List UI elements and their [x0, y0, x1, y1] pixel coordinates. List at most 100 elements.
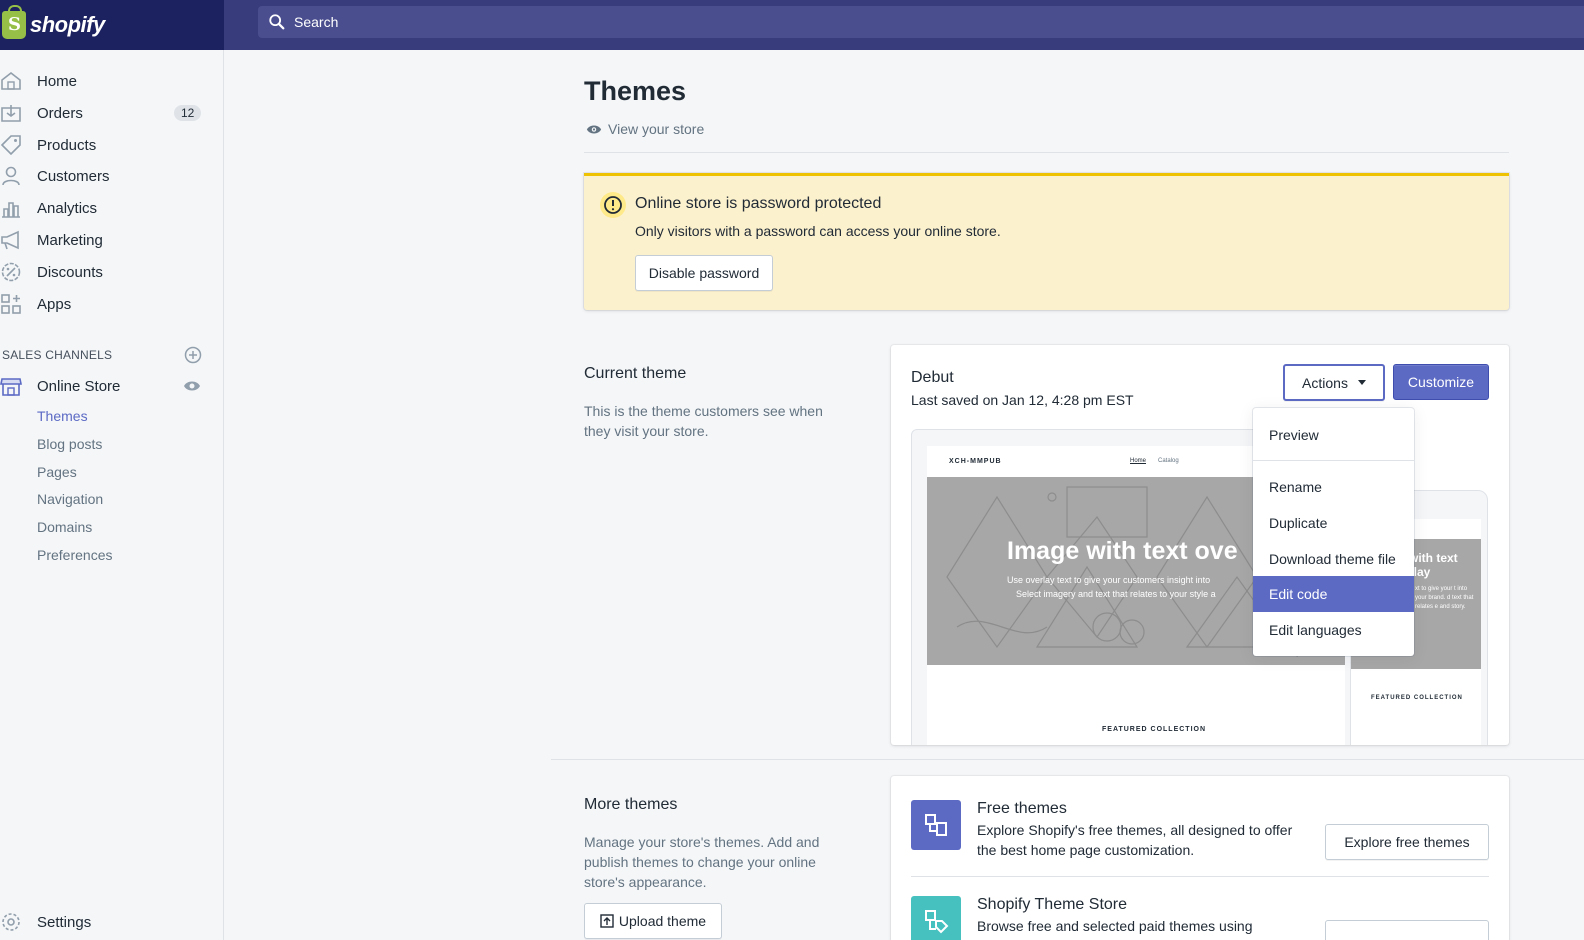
sidebar-item-discounts[interactable]: Discounts [0, 257, 224, 287]
divider [551, 759, 1584, 760]
sidebar-item-apps[interactable]: Apps [0, 289, 224, 319]
bar-chart-icon [2, 202, 20, 218]
preview-hero-subtitle-1: Use overlay text to give your customers … [1007, 575, 1211, 585]
sidebar-sub-domains[interactable]: Domains [37, 519, 92, 535]
shopify-logo[interactable]: S shopify [0, 0, 224, 50]
banner-text: Only visitors with a password can access… [635, 223, 1001, 239]
divider [911, 876, 1489, 877]
sidebar-item-label: Products [37, 136, 97, 154]
preview-hero-title: Image with text ove [1007, 537, 1238, 565]
theme-name: Debut [911, 369, 954, 386]
sidebar-item-label: Analytics [37, 199, 98, 217]
discount-icon [1, 262, 21, 282]
sidebar-item-label: Apps [37, 295, 72, 313]
page-title: Themes [584, 76, 687, 106]
more-themes-card: Free themes Explore Shopify's free theme… [891, 776, 1509, 940]
person-icon [2, 166, 20, 186]
theme-last-saved: Last saved on Jan 12, 4:28 pm EST [911, 392, 1134, 408]
divider [584, 152, 1509, 153]
explore-free-themes-button[interactable]: Explore free themes [1325, 824, 1489, 860]
search-icon [269, 14, 285, 30]
mobile-hero-subtitle: xt to give your t into your brand. d tex… [1415, 586, 1474, 610]
view-store-link[interactable]: View your store [586, 121, 704, 137]
shopify-bag-icon: S [2, 5, 26, 39]
preview-featured-collection: FEATURED COLLECTION [1102, 726, 1207, 733]
preview-shop-name: XCH-MMPUB [949, 458, 1002, 465]
menu-item-edit-languages[interactable]: Edit languages [1253, 612, 1414, 648]
current-theme-card: Debut Last saved on Jan 12, 4:28 pm EST … [891, 345, 1509, 745]
theme-store-title: Shopify Theme Store [977, 896, 1128, 913]
menu-item-edit-code[interactable]: Edit code [1253, 576, 1414, 612]
sidebar-item-label: Customers [37, 167, 110, 185]
sidebar-sub-pages[interactable]: Pages [37, 464, 77, 480]
sidebar-item-home[interactable]: Home [0, 66, 224, 96]
sidebar-sub-blog-posts[interactable]: Blog posts [37, 436, 102, 452]
add-channel-icon[interactable] [184, 346, 202, 364]
customize-button[interactable]: Customize [1393, 364, 1489, 400]
free-themes-description: Explore Shopify's free themes, all desig… [977, 822, 1293, 858]
sidebar: Home Orders 12 Products Customers Analyt… [0, 50, 224, 940]
sidebar-item-customers[interactable]: Customers [0, 161, 224, 191]
theme-store-icon [911, 896, 961, 940]
visit-theme-store-button[interactable] [1325, 920, 1489, 940]
store-icon [0, 378, 22, 396]
more-themes-description: Manage your store's themes. Add and publ… [584, 834, 820, 890]
sales-channels-title: SALES CHANNELS [2, 348, 113, 362]
divider [1253, 460, 1414, 461]
more-themes-heading: More themes [584, 796, 678, 813]
actions-button[interactable]: Actions [1283, 364, 1385, 401]
mobile-hero-title: with text rlay [1409, 551, 1458, 579]
orders-count-badge: 12 [174, 105, 202, 121]
current-theme-description: This is the theme customers see when the… [584, 403, 823, 439]
sidebar-item-marketing[interactable]: Marketing [0, 225, 224, 255]
tag-icon [0, 135, 21, 156]
actions-dropdown: Preview Rename Duplicate Download theme … [1253, 408, 1414, 656]
logo-text: shopify [30, 12, 105, 37]
menu-item-rename[interactable]: Rename [1253, 469, 1414, 505]
view-store-label: View your store [608, 121, 705, 137]
menu-item-preview[interactable]: Preview [1253, 417, 1414, 453]
preview-nav-home: Home [1130, 458, 1147, 464]
disable-password-button[interactable]: Disable password [635, 255, 773, 291]
sidebar-item-label: Home [37, 72, 78, 90]
sidebar-sub-preferences[interactable]: Preferences [37, 547, 112, 563]
sidebar-item-label: Settings [37, 913, 92, 931]
sidebar-item-label: Marketing [37, 231, 103, 249]
view-store-eye-icon[interactable] [183, 380, 201, 392]
banner-title: Online store is password protected [635, 195, 882, 212]
upload-icon [600, 914, 614, 928]
eye-icon [586, 125, 602, 133]
sidebar-item-label: Orders [37, 104, 83, 122]
megaphone-icon [1, 230, 19, 250]
sidebar-item-orders[interactable]: Orders 12 [0, 98, 224, 128]
upload-theme-label: Upload theme [618, 913, 707, 929]
free-themes-icon [911, 800, 961, 850]
menu-item-download-theme-file[interactable]: Download theme file [1253, 541, 1414, 577]
password-banner: Online store is password protected Only … [584, 173, 1509, 310]
apps-icon [1, 294, 21, 314]
sidebar-item-settings[interactable]: Settings [0, 907, 224, 937]
theme-store-description: Browse free and selected paid themes usi… [977, 918, 1253, 940]
mobile-featured-collection: FEATURED COLLECTION [1371, 695, 1463, 701]
sidebar-item-products[interactable]: Products [0, 130, 224, 160]
sidebar-sub-themes[interactable]: Themes [37, 408, 88, 424]
sidebar-item-label: Discounts [37, 263, 103, 281]
free-themes-title: Free themes [977, 800, 1067, 817]
preview-nav-catalog: Catalog [1158, 458, 1179, 464]
sidebar-item-analytics[interactable]: Analytics [0, 193, 224, 223]
gear-icon [2, 913, 20, 931]
preview-hero-subtitle-2: Select imagery and text that relates to … [1016, 589, 1216, 599]
upload-theme-button[interactable]: Upload theme [584, 903, 722, 939]
top-bar: S shopify Search [0, 0, 1584, 50]
caret-down-icon [1357, 380, 1366, 385]
orders-icon [1, 105, 21, 122]
menu-item-duplicate[interactable]: Duplicate [1253, 505, 1414, 541]
warning-icon [600, 192, 626, 218]
current-theme-heading: Current theme [584, 365, 687, 382]
search-placeholder: Search [294, 14, 339, 30]
sidebar-item-label: Online Store [37, 377, 121, 395]
actions-label: Actions [1302, 374, 1348, 391]
search-input[interactable]: Search [258, 6, 1584, 38]
home-icon [1, 71, 21, 90]
sidebar-sub-navigation[interactable]: Navigation [37, 491, 103, 507]
